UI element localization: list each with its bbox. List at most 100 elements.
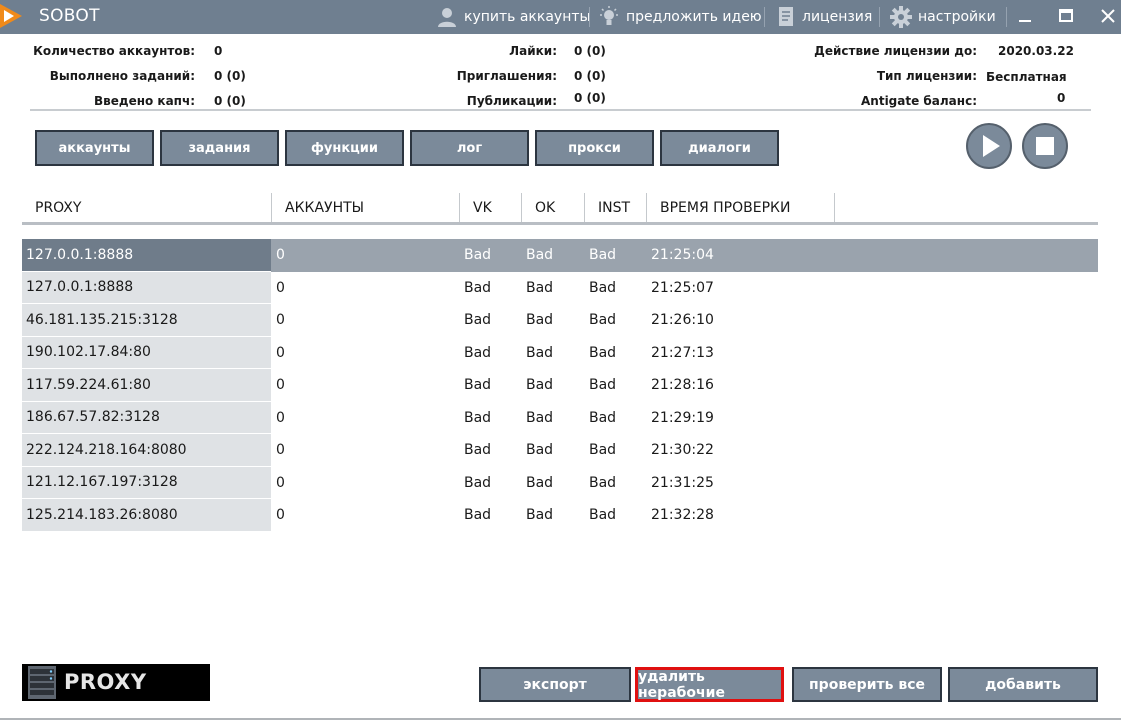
table-header: PROXY АККАУНТЫ VK OK INST ВРЕМЯ ПРОВЕРКИ (22, 193, 1098, 225)
table-row[interactable]: 222.124.218.164:8080 0 Bad Bad Bad 21:30… (22, 434, 1098, 467)
tab-dialogs[interactable]: диалоги (660, 130, 779, 166)
settings-button[interactable]: настройки (890, 4, 996, 30)
delete-broken-button[interactable]: удалить нерабочие (635, 667, 784, 702)
accounts-cell: 0 (276, 312, 285, 329)
tab-log[interactable]: лог (410, 130, 529, 166)
minimize-icon[interactable] (1014, 5, 1036, 27)
antigate-balance-value: 0 (1057, 91, 1066, 105)
logo-text: PROXY (64, 670, 147, 694)
accounts-cell: 0 (276, 474, 285, 491)
tasks-done-value: 0 (0) (214, 69, 246, 83)
inst-status-cell: Bad (589, 377, 617, 394)
proxy-cell: 125.214.183.26:8080 (22, 499, 271, 532)
table-row[interactable]: 190.102.17.84:80 0 Bad Bad Bad 21:27:13 (22, 336, 1098, 369)
inst-status-cell: Bad (589, 312, 617, 329)
column-accounts[interactable]: АККАУНТЫ (272, 193, 460, 222)
column-inst[interactable]: INST (585, 193, 647, 222)
tab-functions[interactable]: функции (285, 130, 404, 166)
app-title: SOBOT (39, 6, 100, 26)
check-time-cell: 21:26:10 (651, 312, 714, 329)
accounts-cell: 0 (276, 279, 285, 296)
document-icon (779, 7, 793, 26)
accounts-cell: 0 (276, 247, 285, 264)
check-time-cell: 21:28:16 (651, 377, 714, 394)
stop-button[interactable] (1022, 123, 1068, 169)
ok-status-cell: Bad (526, 279, 554, 296)
suggest-idea-label: предложить идею (626, 9, 762, 25)
inst-status-cell: Bad (589, 279, 617, 296)
accounts-cell: 0 (276, 507, 285, 524)
ok-status-cell: Bad (526, 474, 554, 491)
likes-label: Лайки: (509, 44, 557, 58)
likes-value: 0 (0) (574, 44, 606, 58)
user-icon (438, 8, 456, 27)
table-row[interactable]: 127.0.0.1:8888 0 Bad Bad Bad 21:25:04 (22, 239, 1098, 272)
inst-status-cell: Bad (589, 507, 617, 524)
buy-accounts-label: купить аккаунты (464, 9, 591, 25)
tab-proxy[interactable]: прокси (535, 130, 654, 166)
tab-tasks[interactable]: задания (160, 130, 279, 166)
captcha-value: 0 (0) (214, 94, 246, 108)
export-button[interactable]: экспорт (479, 667, 631, 702)
vk-status-cell: Bad (464, 474, 492, 491)
proxy-cell: 222.124.218.164:8080 (22, 434, 271, 467)
license-type-value: Бесплатная (986, 70, 1067, 84)
proxy-cell: 127.0.0.1:8888 (22, 271, 271, 304)
column-vk[interactable]: VK (460, 193, 522, 222)
ok-status-cell: Bad (526, 507, 554, 524)
start-button[interactable] (966, 123, 1012, 169)
ok-status-cell: Bad (526, 312, 554, 329)
ok-status-cell: Bad (526, 247, 554, 264)
inst-status-cell: Bad (589, 474, 617, 491)
vk-status-cell: Bad (464, 409, 492, 426)
inst-status-cell: Bad (589, 344, 617, 361)
ok-status-cell: Bad (526, 442, 554, 459)
check-time-cell: 21:25:04 (651, 247, 714, 264)
table-row[interactable]: 121.12.167.197:3128 0 Bad Bad Bad 21:31:… (22, 466, 1098, 499)
table-row[interactable]: 125.214.183.26:8080 0 Bad Bad Bad 21:32:… (22, 499, 1098, 532)
proxy-cell: 190.102.17.84:80 (22, 336, 271, 369)
buy-accounts-button[interactable]: купить аккаунты (436, 4, 591, 30)
server-icon (28, 666, 56, 699)
table-row[interactable]: 127.0.0.1:8888 0 Bad Bad Bad 21:25:07 (22, 271, 1098, 304)
posts-label: Публикации: (466, 94, 557, 108)
suggest-idea-button[interactable]: предложить идею (598, 4, 762, 30)
column-ok[interactable]: OK (522, 193, 585, 222)
accounts-count-label: Количество аккаунтов: (33, 44, 195, 58)
vk-status-cell: Bad (464, 312, 492, 329)
captcha-label: Введено капч: (94, 94, 195, 108)
check-all-button[interactable]: проверить все (792, 667, 942, 702)
antigate-balance-label: Antigate баланс: (861, 94, 977, 108)
invites-value: 0 (0) (574, 69, 606, 83)
tab-accounts[interactable]: аккаунты (35, 130, 154, 166)
close-icon[interactable] (1097, 5, 1119, 27)
menu-divider (589, 7, 590, 27)
inst-status-cell: Bad (589, 409, 617, 426)
license-button[interactable]: лицензия (776, 4, 872, 30)
proxy-cell: 186.67.57.82:3128 (22, 401, 271, 434)
accounts-cell: 0 (276, 344, 285, 361)
vk-status-cell: Bad (464, 507, 492, 524)
divider (30, 109, 1091, 111)
proxy-logo: PROXY (22, 664, 210, 701)
table-row[interactable]: 46.181.135.215:3128 0 Bad Bad Bad 21:26:… (22, 304, 1098, 337)
proxy-cell: 127.0.0.1:8888 (22, 239, 271, 272)
column-check-time[interactable]: ВРЕМЯ ПРОВЕРКИ (647, 193, 835, 222)
table-row[interactable]: 117.59.224.61:80 0 Bad Bad Bad 21:28:16 (22, 369, 1098, 402)
check-time-cell: 21:30:22 (651, 442, 714, 459)
vk-status-cell: Bad (464, 377, 492, 394)
gear-icon (890, 6, 912, 28)
accounts-cell: 0 (276, 409, 285, 426)
check-time-cell: 21:31:25 (651, 474, 714, 491)
accounts-cell: 0 (276, 442, 285, 459)
add-button[interactable]: добавить (948, 667, 1098, 702)
title-bar: SOBOT купить аккаунты предложить идею ли… (0, 0, 1121, 34)
table-row[interactable]: 186.67.57.82:3128 0 Bad Bad Bad 21:29:19 (22, 401, 1098, 434)
check-time-cell: 21:27:13 (651, 344, 714, 361)
column-proxy[interactable]: PROXY (22, 193, 272, 222)
menu-divider (879, 7, 880, 27)
check-time-cell: 21:32:28 (651, 507, 714, 524)
lightbulb-icon (600, 6, 618, 25)
check-time-cell: 21:25:07 (651, 279, 714, 296)
maximize-icon[interactable] (1055, 5, 1077, 27)
